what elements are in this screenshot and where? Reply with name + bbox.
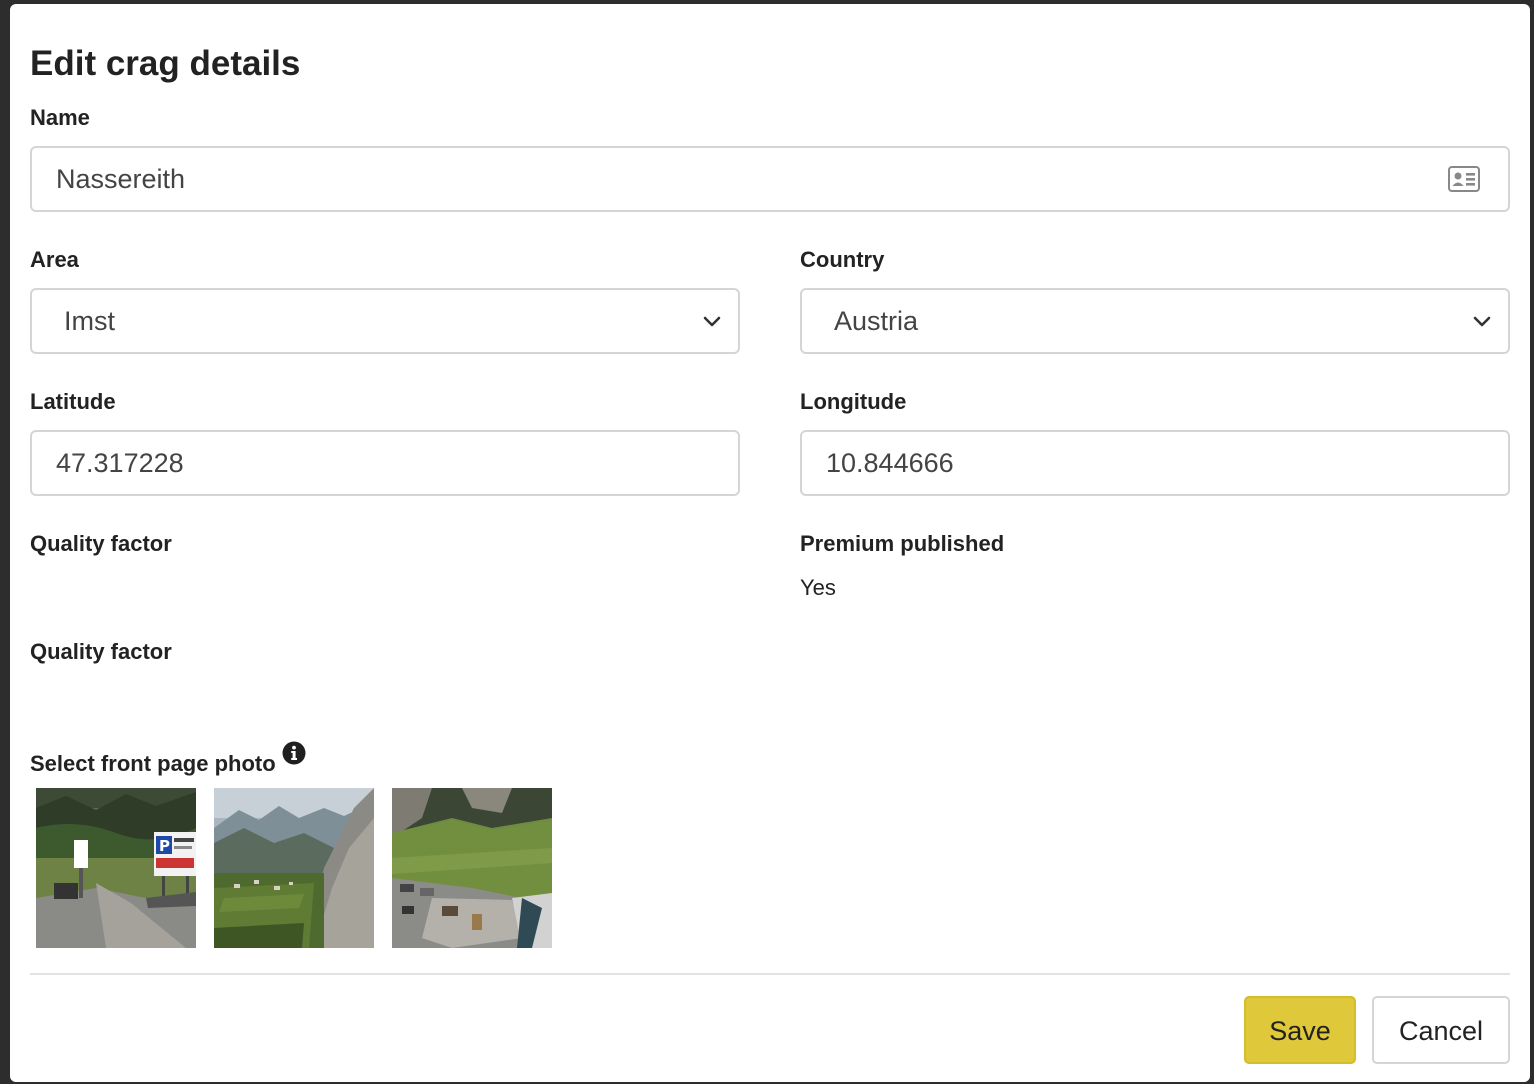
longitude-input[interactable]: 10.844666 xyxy=(800,430,1510,496)
front-photo-label-text: Select front page photo xyxy=(30,751,276,776)
front-photo-label: Select front page photo xyxy=(30,741,306,777)
country-label: Country xyxy=(800,247,885,272)
modal-title: Edit crag details xyxy=(30,44,301,83)
contact-card-icon xyxy=(1448,166,1480,192)
cancel-button[interactable]: Cancel xyxy=(1372,996,1510,1064)
save-button[interactable]: Save xyxy=(1244,996,1356,1064)
longitude-value: 10.844666 xyxy=(826,448,954,478)
quality-factor-label-2: Quality factor xyxy=(30,639,172,664)
name-value: Nassereith xyxy=(56,164,186,194)
svg-text:P: P xyxy=(159,837,170,855)
edit-crag-modal: Edit crag details Name Nassereith Area I… xyxy=(10,4,1530,1082)
name-input[interactable]: Nassereith xyxy=(30,146,1510,212)
latitude-label: Latitude xyxy=(30,389,116,414)
photo-thumbnail-valley[interactable] xyxy=(214,788,374,948)
country-select[interactable]: Austria xyxy=(800,288,1510,354)
latitude-value: 47.317228 xyxy=(56,448,184,478)
photo-thumbnail-parking[interactable]: P xyxy=(36,788,196,948)
chevron-down-icon xyxy=(703,316,721,327)
area-label: Area xyxy=(30,247,79,272)
area-select[interactable]: Imst xyxy=(30,288,740,354)
name-label: Name xyxy=(30,105,90,130)
premium-published-value: Yes xyxy=(800,575,836,600)
country-value: Austria xyxy=(834,306,919,336)
longitude-label: Longitude xyxy=(800,389,907,414)
info-icon[interactable] xyxy=(282,741,306,765)
premium-published-label: Premium published xyxy=(800,531,1005,556)
area-value: Imst xyxy=(64,306,115,336)
chevron-down-icon xyxy=(1473,316,1491,327)
footer-divider xyxy=(30,973,1510,975)
latitude-input[interactable]: 47.317228 xyxy=(30,430,740,496)
photo-thumbnail-parking-lot[interactable] xyxy=(392,788,552,948)
quality-factor-label: Quality factor xyxy=(30,531,172,556)
